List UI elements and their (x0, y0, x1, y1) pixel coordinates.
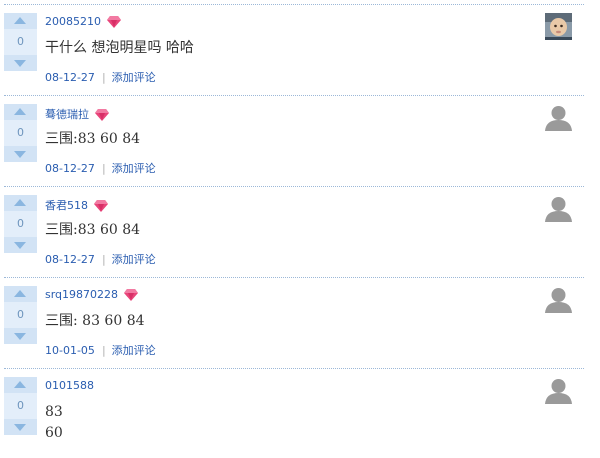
vote-up-arrow-icon[interactable] (4, 286, 37, 302)
comment-meta: 10-01-05 | 添加评论 (45, 342, 156, 358)
comment-text: 三围:83 60 84 (45, 129, 140, 150)
comment-text: 三围: 83 60 84 (45, 311, 145, 332)
author-name: 20085210 (45, 15, 101, 28)
gem-badge-icon (107, 16, 121, 31)
comment-item: 0 蓦德瑞拉 三围:83 60 84 08-12-27 | 添加评论 (4, 95, 584, 185)
vote-count: 0 (17, 308, 24, 321)
comment-date: 08-12-27 (45, 71, 95, 84)
comment-text-line: 83 (45, 404, 63, 420)
vote-down-arrow-icon[interactable] (4, 55, 37, 71)
comment-text-line: 三围:83 60 84 (45, 131, 141, 147)
vote-down-arrow-icon[interactable] (4, 419, 37, 435)
vote-count: 0 (17, 399, 24, 412)
avatar-default[interactable] (545, 286, 572, 313)
comment-meta: 08-12-27 | 添加评论 (45, 251, 156, 267)
comment-item: 0 0101588 83 60 (4, 368, 584, 458)
comment-text-line: 三围:83 60 84 (45, 222, 141, 238)
author-name: 蓦德瑞拉 (45, 108, 89, 121)
meta-separator: | (101, 253, 106, 266)
vote-box: 0 (4, 286, 37, 344)
vote-box: 0 (4, 13, 37, 71)
comment-meta: 08-12-27 | 添加评论 (45, 160, 156, 176)
gem-badge-icon (124, 289, 139, 304)
comment-meta: 08-12-27 | 添加评论 (45, 69, 156, 85)
vote-down-arrow-icon[interactable] (4, 146, 37, 162)
comment-text-line: 三围: 83 60 84 (45, 313, 145, 329)
comment-author-link[interactable]: 20085210 (45, 15, 121, 31)
comment-text: 干什么 想泡明星吗 哈哈 (45, 38, 194, 59)
vote-count: 0 (17, 35, 24, 48)
vote-up-arrow-icon[interactable] (4, 195, 37, 211)
comment-date: 10-01-05 (45, 344, 95, 357)
comment-date: 08-12-27 (45, 253, 95, 266)
comment-author-link[interactable]: 香君518 (45, 197, 108, 215)
meta-separator: | (101, 162, 106, 175)
vote-down-arrow-icon[interactable] (4, 328, 37, 344)
meta-separator: | (101, 344, 106, 357)
meta-separator: | (101, 71, 106, 84)
vote-up-arrow-icon[interactable] (4, 13, 37, 29)
avatar-photo[interactable] (545, 13, 572, 40)
gem-badge-icon (94, 200, 108, 215)
comment-author-link[interactable]: 0101588 (45, 379, 94, 392)
author-name: 0101588 (45, 379, 94, 392)
avatar-default[interactable] (545, 195, 572, 222)
vote-count: 0 (17, 126, 24, 139)
comment-text-line: 干什么 想泡明星吗 哈哈 (45, 40, 194, 56)
add-comment-link[interactable]: 添加评论 (112, 253, 156, 266)
vote-count: 0 (17, 217, 24, 230)
vote-box: 0 (4, 377, 37, 435)
author-name: 香君518 (45, 199, 88, 212)
comment-text-line: 60 (45, 425, 63, 441)
avatar-default[interactable] (545, 377, 572, 404)
author-name: srq19870228 (45, 288, 119, 301)
avatar-default[interactable] (545, 104, 572, 131)
vote-up-arrow-icon[interactable] (4, 104, 37, 120)
vote-up-arrow-icon[interactable] (4, 377, 37, 393)
comment-item: 0 srq19870228 三围: 83 60 84 10-01-05 | 添加评论 (4, 277, 584, 367)
gem-badge-icon (95, 109, 109, 124)
comment-text: 三围:83 60 84 (45, 220, 140, 241)
add-comment-link[interactable]: 添加评论 (112, 162, 156, 175)
comment-author-link[interactable]: 蓦德瑞拉 (45, 106, 109, 124)
comment-text: 83 60 (45, 402, 63, 444)
vote-down-arrow-icon[interactable] (4, 237, 37, 253)
add-comment-link[interactable]: 添加评论 (112, 71, 156, 84)
comment-item: 0 20085210 干什么 想泡明星吗 哈哈 08-12-27 | 添加评论 (4, 4, 584, 94)
add-comment-link[interactable]: 添加评论 (112, 344, 156, 357)
comment-author-link[interactable]: srq19870228 (45, 288, 139, 304)
comment-date: 08-12-27 (45, 162, 95, 175)
vote-box: 0 (4, 195, 37, 253)
vote-box: 0 (4, 104, 37, 162)
comment-item: 0 香君518 三围:83 60 84 08-12-27 | 添加评论 (4, 186, 584, 276)
